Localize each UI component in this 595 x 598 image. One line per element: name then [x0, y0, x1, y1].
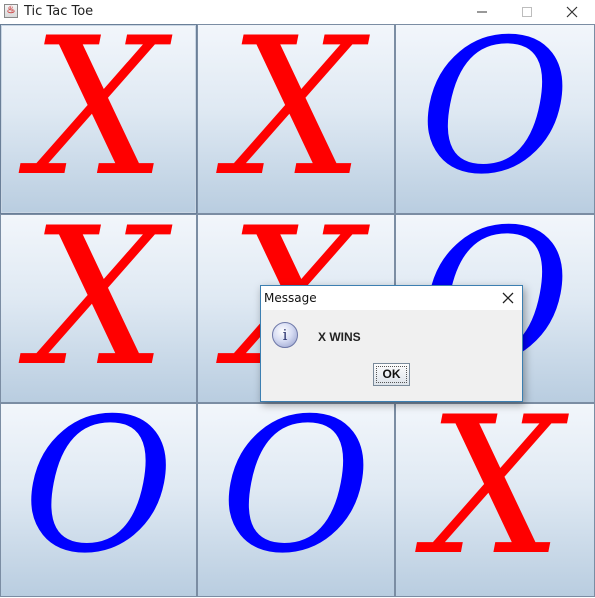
window-title-bar: ♨ Tic Tac Toe	[0, 0, 595, 24]
x-mark: X	[30, 24, 167, 214]
maximize-button[interactable]	[504, 0, 550, 24]
dialog-title-bar: Message	[261, 286, 522, 310]
o-mark: O	[419, 24, 571, 214]
o-mark: O	[22, 403, 175, 594]
x-mark: X	[30, 214, 167, 403]
minimize-icon	[477, 11, 487, 13]
minimize-button[interactable]	[459, 0, 505, 24]
close-icon[interactable]	[500, 290, 516, 306]
message-dialog: Message i X WINS OK	[260, 285, 523, 402]
dialog-title: Message	[264, 291, 317, 305]
x-mark: X	[427, 403, 563, 597]
o-mark: O	[220, 403, 372, 594]
board-cell[interactable]: O	[0, 403, 197, 597]
board-cell[interactable]: X	[197, 24, 395, 214]
board-cell[interactable]: X	[0, 24, 197, 214]
ok-button[interactable]: OK	[373, 363, 410, 386]
x-mark: X	[228, 24, 364, 214]
close-icon	[566, 6, 578, 18]
board-cell[interactable]: X	[395, 403, 595, 597]
dialog-message: X WINS	[318, 330, 361, 344]
board-cell[interactable]: X	[0, 214, 197, 403]
info-icon: i	[272, 322, 298, 348]
focus-ring	[376, 366, 407, 383]
maximize-icon	[522, 7, 532, 17]
close-window-button[interactable]	[549, 0, 595, 24]
board-cell[interactable]: O	[197, 403, 395, 597]
window-title: Tic Tac Toe	[24, 4, 94, 19]
board-cell[interactable]: O	[395, 24, 595, 214]
java-icon[interactable]: ♨	[4, 4, 18, 18]
